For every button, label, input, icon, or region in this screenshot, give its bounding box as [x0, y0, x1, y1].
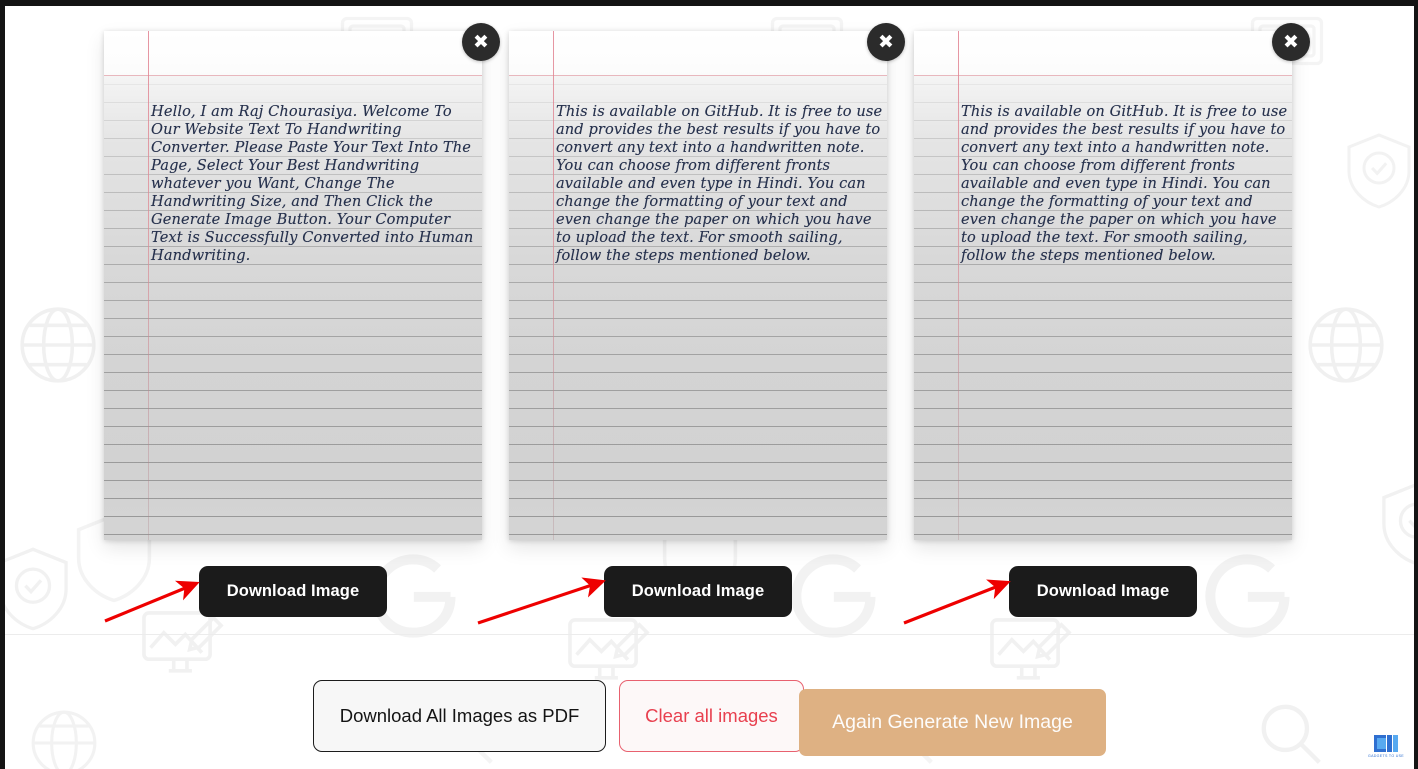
generated-images-row: Hello, I am Raj Chourasiya. Welcome To O…: [5, 6, 1414, 626]
paper-header-rule: [509, 75, 887, 76]
paper-margin-line: [553, 31, 554, 540]
section-divider: [5, 634, 1414, 635]
generated-image-card: This is available on GitHub. It is free …: [914, 6, 1310, 617]
paper-top-band: [509, 31, 887, 75]
close-icon: ✖: [473, 30, 489, 53]
handwriting-text: This is available on GitHub. It is free …: [556, 103, 883, 264]
close-icon: ✖: [1283, 30, 1299, 53]
footer-action-bar: Download All Images as PDF Clear all ima…: [5, 671, 1414, 769]
generated-image-card: Hello, I am Raj Chourasiya. Welcome To O…: [104, 6, 500, 617]
close-icon-button[interactable]: ✖: [867, 23, 905, 61]
brand-logo: GADGETS TO USE: [1366, 729, 1406, 763]
close-icon-button[interactable]: ✖: [462, 23, 500, 61]
paper-margin-line: [148, 31, 149, 540]
download-image-button[interactable]: Download Image: [198, 566, 388, 617]
generated-image-card: This is available on GitHub. It is free …: [509, 6, 905, 617]
download-image-button[interactable]: Download Image: [1008, 566, 1198, 617]
handwriting-text: This is available on GitHub. It is free …: [961, 103, 1288, 264]
close-icon: ✖: [878, 30, 894, 53]
handwriting-paper: This is available on GitHub. It is free …: [509, 23, 905, 540]
paper-top-band: [104, 31, 482, 75]
paper-header-rule: [914, 75, 1292, 76]
handwriting-text: Hello, I am Raj Chourasiya. Welcome To O…: [151, 103, 479, 264]
paper-top-band: [914, 31, 1292, 75]
app-root: Hello, I am Raj Chourasiya. Welcome To O…: [0, 0, 1418, 769]
regenerate-image-button[interactable]: Again Generate New Image: [799, 689, 1106, 756]
handwriting-paper: This is available on GitHub. It is free …: [914, 23, 1310, 540]
clear-all-images-button[interactable]: Clear all images: [619, 680, 804, 752]
paper-header-rule: [104, 75, 482, 76]
handwriting-paper: Hello, I am Raj Chourasiya. Welcome To O…: [104, 23, 500, 540]
brand-logo-caption: GADGETS TO USE: [1367, 753, 1405, 758]
download-all-pdf-button[interactable]: Download All Images as PDF: [313, 680, 606, 752]
download-image-button[interactable]: Download Image: [603, 566, 793, 617]
gadgets-to-use-logo-icon: [1374, 734, 1398, 752]
close-icon-button[interactable]: ✖: [1272, 23, 1310, 61]
paper-margin-line: [958, 31, 959, 540]
